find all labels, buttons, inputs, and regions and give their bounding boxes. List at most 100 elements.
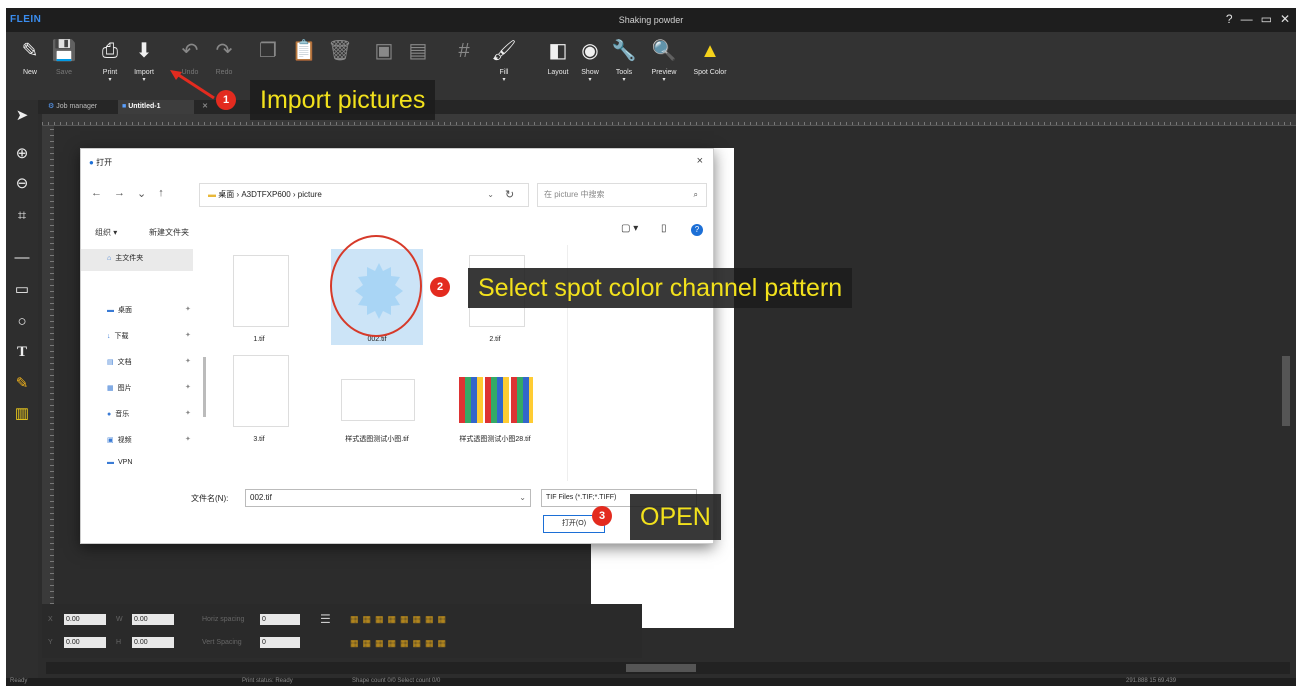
spot-color-icon: ▲ [700, 40, 720, 62]
filename-dropdown-icon[interactable]: ⌄ [519, 490, 526, 506]
nav-item[interactable]: ▦ 图片 ✦ [107, 383, 191, 393]
redo-icon: ↷ [215, 40, 233, 62]
nav-item[interactable]: ● 音乐 ✦ [107, 409, 191, 419]
back-icon[interactable]: ← [91, 187, 102, 200]
file-item[interactable]: 3.tif [213, 349, 305, 445]
rectangle-tool-icon[interactable]: ▭ [12, 280, 32, 300]
pin-icon: ✦ [185, 306, 191, 313]
h-spacing-field[interactable]: 0 [260, 614, 300, 625]
line-tool-icon[interactable]: — [12, 248, 32, 268]
toolbar-button-spot-color[interactable]: ▲ Spot Color [692, 38, 728, 77]
new-folder-button[interactable]: 新建文件夹 [149, 227, 189, 238]
refresh-icon[interactable]: ↻ [505, 188, 514, 201]
pen-tool-icon[interactable]: ✎ [12, 374, 32, 394]
recent-icon[interactable]: ⌄ [137, 187, 146, 200]
navigation-pane: ⌂ 主文件夹 ▬ 桌面 ✦ ↓ 下载 ✦ ▤ 文档 ✦ ▦ 图片 ✦ ● 音乐 ✦ ▣ 视频 ✦ ▬ VPN [81, 245, 213, 481]
align-tools-icon[interactable]: ▦▦▦▦▦▦▦▦ [350, 614, 450, 625]
crop-icon[interactable]: ⌗ [12, 206, 32, 226]
toolbar-button-print[interactable]: ⎙ Print ▾ [92, 38, 128, 84]
minimize-icon[interactable]: — [1241, 12, 1253, 26]
toolbar-button-copy[interactable]: ❐ [250, 38, 286, 68]
preview-pane-icon[interactable]: ▯ [661, 223, 667, 234]
x-field[interactable]: 0.00 [64, 614, 106, 625]
toolbar-button-tools[interactable]: 🔧 Tools ▾ [606, 38, 642, 84]
barcode-tool-icon[interactable]: ▥ [12, 404, 32, 424]
vertical-scrollbar[interactable] [1282, 356, 1290, 426]
chevron-down-icon[interactable]: ▾ [92, 77, 128, 84]
chevron-down-icon[interactable]: ▾ [126, 77, 162, 84]
file-item[interactable]: 1.tif [213, 249, 305, 345]
pin-icon: ✦ [185, 384, 191, 391]
scroll-thumb[interactable] [626, 664, 696, 672]
nav-pane-scrollbar[interactable] [203, 357, 206, 417]
close-icon[interactable]: ✕ [1280, 12, 1290, 26]
chevron-down-icon[interactable]: ▾ [646, 77, 682, 84]
h-label: H [116, 639, 122, 646]
nav-item[interactable]: ⌂ 主文件夹 [107, 253, 143, 263]
zoom-out-icon[interactable]: ⊖ [12, 174, 32, 194]
tab-job-manager[interactable]: ⚙ Job manager [44, 100, 101, 114]
toolbar-button-show[interactable]: ◉ Show ▾ [572, 38, 608, 84]
nav-item[interactable]: ▬ 桌面 ✦ [107, 305, 191, 315]
nav-item[interactable]: ▤ 文档 ✦ [107, 357, 191, 367]
dialog-nav-buttons: ← → ⌄ ↑ [91, 187, 164, 200]
select-tool-icon[interactable]: ➤ [12, 106, 32, 126]
dialog-close-button[interactable]: × [697, 155, 703, 167]
toolbar-button-layout[interactable]: ◧ Layout [540, 38, 576, 77]
restore-icon[interactable]: ▭ [1261, 12, 1272, 26]
nav-item[interactable]: ↓ 下载 ✦ [107, 331, 191, 341]
organize-menu[interactable]: 组织 ▾ [95, 227, 117, 238]
nav-item[interactable]: ▣ 视频 ✦ [107, 435, 191, 445]
chevron-down-icon[interactable]: ▾ [572, 77, 608, 84]
address-dropdown-icon[interactable]: ⌄ [487, 184, 494, 206]
transform-tools-icon[interactable]: ▦▦▦▦▦▦▦▦ [350, 638, 450, 649]
toolbar-button-grid[interactable]: # [446, 38, 482, 68]
toolbar-button-new[interactable]: ✎ New [12, 38, 48, 77]
file-item[interactable]: 样式透图测试小图28.tif [449, 349, 541, 445]
nav-item[interactable]: ▬ VPN [107, 459, 132, 466]
up-icon[interactable]: ↑ [158, 187, 164, 200]
help-icon[interactable]: ? [1226, 12, 1233, 26]
home-icon: ⌂ [107, 255, 112, 262]
toolbar-button-save[interactable]: 💾 Save [46, 38, 82, 77]
v-spacing-field[interactable]: 0 [260, 637, 300, 648]
address-bar[interactable]: ▬ 桌面 › A3DTFXP600 › picture ⌄ [199, 183, 529, 207]
align-menu-icon[interactable]: ☰ [320, 612, 331, 626]
zoom-in-icon[interactable]: ⊕ [12, 144, 32, 164]
text-tool-icon[interactable]: T [12, 342, 32, 362]
callout-select-spot-pattern: Select spot color channel pattern [468, 268, 853, 308]
toolbar-button-label: Layout [547, 69, 569, 76]
search-input[interactable]: 在 picture 中搜索 ⌕ [537, 183, 707, 207]
print-status: Print status: Ready [242, 678, 293, 684]
toolbar-button-group[interactable]: ▣ [366, 38, 402, 68]
delete-icon: 🗑 [327, 40, 353, 62]
toolbar-button-fill[interactable]: 🖌 Fill ▾ [486, 38, 522, 84]
height-field[interactable]: 0.00 [132, 637, 174, 648]
toolbar-button-paste[interactable]: 📋 [286, 38, 322, 68]
nav-item-label: VPN [118, 459, 133, 466]
file-item[interactable]: 样式透图测试小图.tif [331, 349, 423, 445]
dialog-help-icon[interactable]: ? [691, 224, 703, 236]
filename-input[interactable]: 002.tif ⌄ [245, 489, 531, 507]
view-options-icon[interactable]: ▢ ▾ [621, 223, 638, 234]
toolbar-button-label: Show [581, 69, 599, 76]
selection-status: Shape count 0/0 Select count 0/0 [352, 678, 441, 684]
toolbar-button-delete[interactable]: 🗑 [322, 38, 358, 68]
left-toolbox: ➤ ⊕ ⊖ ⌗ — ▭ ○ T ✎ ▥ [6, 100, 38, 686]
toolbar-button-import[interactable]: ⬇ Import ▾ [126, 38, 162, 84]
forward-icon[interactable]: → [114, 187, 125, 200]
width-field[interactable]: 0.00 [132, 614, 174, 625]
file-name: 3.tif [253, 436, 265, 443]
horizontal-scrollbar[interactable] [46, 662, 1290, 674]
layout-icon: ◧ [548, 40, 568, 62]
nav-item-label: 图片 [117, 385, 132, 392]
dialog-title: ● 打开 [89, 157, 112, 168]
folder-icon: ▬ [208, 190, 216, 199]
y-field[interactable]: 0.00 [64, 637, 106, 648]
chevron-down-icon[interactable]: ▾ [486, 77, 522, 84]
chevron-down-icon[interactable]: ▾ [606, 77, 642, 84]
ellipse-tool-icon[interactable]: ○ [12, 312, 32, 332]
video-icon: ▣ [107, 437, 114, 444]
toolbar-button-preview[interactable]: 🔍 Preview ▾ [646, 38, 682, 84]
toolbar-button-ungroup[interactable]: ▤ [400, 38, 436, 68]
